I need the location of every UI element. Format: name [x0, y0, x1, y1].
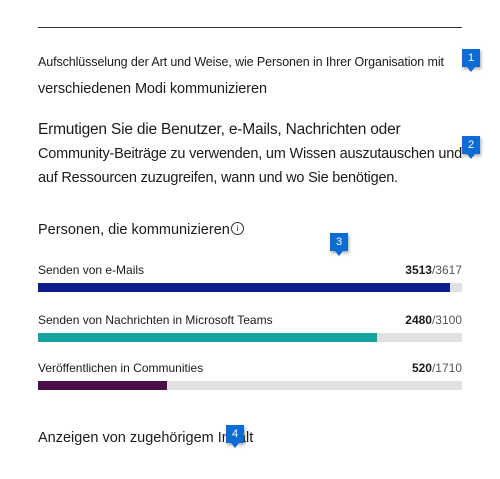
metric-email: Senden von e-Mails 3513/3617: [38, 263, 462, 292]
description-2-line2: Community-Beiträge zu verwenden, um Wiss…: [38, 146, 463, 162]
metric-label: Senden von Nachrichten in Microsoft Team…: [38, 313, 273, 327]
callout-badge-3: 3: [330, 233, 348, 256]
description-2-line1: Ermutigen Sie die Benutzer, e-Mails, Nac…: [38, 121, 401, 138]
callout-badge-4: 4: [226, 425, 244, 448]
metric-value: 3513/3617: [405, 263, 462, 277]
section-title: Personen, die kommunizieren i: [38, 222, 244, 238]
metric-value: 520/1710: [411, 361, 462, 375]
top-divider: [38, 27, 462, 28]
description-2-line3: auf Ressourcen zuzugreifen, wann und wo …: [38, 170, 398, 186]
metric-value: 2480/3100: [405, 313, 462, 327]
progress-bar: [38, 283, 462, 292]
metric-communities: Veröffentlichen in Communities 520/1710: [38, 361, 462, 390]
description-1-line2: verschiedenen Modi kommunizieren: [38, 81, 267, 97]
progress-bar-fill: [38, 381, 167, 390]
progress-bar-fill: [38, 283, 450, 292]
progress-bar: [38, 381, 462, 390]
callout-badge-2: 2: [462, 136, 480, 159]
info-icon[interactable]: i: [230, 222, 244, 235]
description-1: Aufschlüsselung der Art und Weise, wie P…: [38, 50, 468, 101]
related-content-link[interactable]: Anzeigen von zugehörigem Inhalt: [38, 430, 253, 446]
metric-teams: Senden von Nachrichten in Microsoft Team…: [38, 313, 462, 342]
progress-bar: [38, 333, 462, 342]
description-2: Ermutigen Sie die Benutzer, e-Mails, Nac…: [38, 118, 470, 190]
metric-label: Senden von e-Mails: [38, 263, 145, 277]
progress-bar-fill: [38, 333, 378, 342]
metric-label: Veröffentlichen in Communities: [38, 361, 204, 375]
section-title-text: Personen, die kommunizieren: [38, 222, 230, 238]
description-1-line1: Aufschlüsselung der Art und Weise, wie P…: [38, 55, 444, 69]
callout-badge-1: 1: [462, 49, 480, 72]
